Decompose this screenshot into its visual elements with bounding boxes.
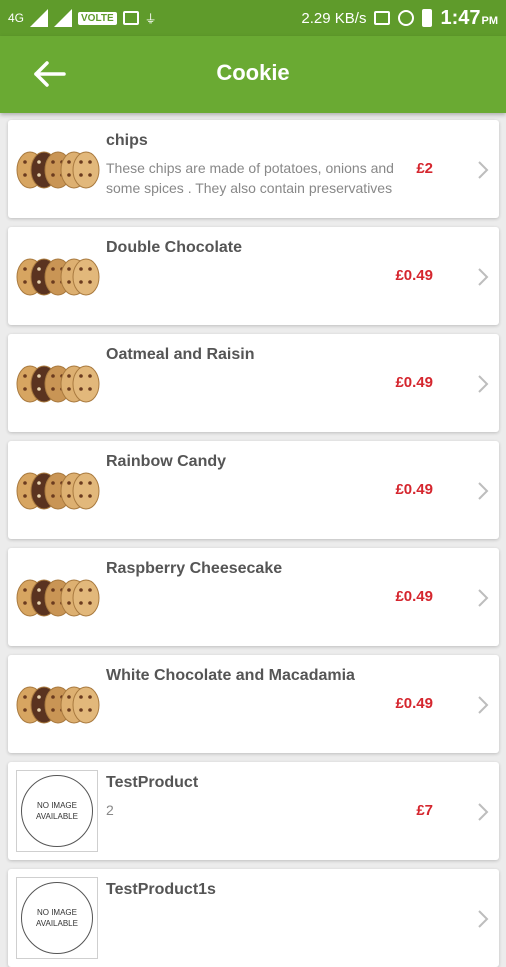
usb-icon: ⏚ (144, 11, 157, 26)
product-name: TestProduct (106, 774, 199, 791)
product-card[interactable]: NO IMAGE AVAILABLE TestProduct 2 £7 (8, 762, 499, 860)
product-card[interactable]: Double Chocolate £0.49 (8, 227, 499, 325)
product-card[interactable]: Raspberry Cheesecake £0.49 (8, 548, 499, 646)
app-bar: Cookie (0, 36, 506, 113)
product-description: 2 (106, 802, 114, 818)
product-name: chips (106, 132, 148, 149)
product-image-placeholder: NO IMAGE AVAILABLE (16, 770, 98, 852)
product-price: £0.49 (395, 588, 433, 605)
product-image (16, 671, 100, 739)
product-price: £0.49 (395, 374, 433, 391)
product-name: TestProduct1s (106, 881, 216, 898)
product-name: Oatmeal and Raisin (106, 346, 255, 363)
chevron-right-icon (478, 803, 489, 821)
product-name: Raspberry Cheesecake (106, 560, 283, 577)
product-card[interactable]: White Chocolate and Macadamia £0.49 (8, 655, 499, 753)
product-name: Rainbow Candy (106, 453, 227, 470)
alarm-icon (398, 10, 415, 26)
network-type-label: 4G (8, 11, 25, 25)
signal-icon (30, 9, 49, 27)
status-clock: 1:47 (440, 6, 481, 29)
product-card[interactable]: Rainbow Candy £0.49 (8, 441, 499, 539)
signal-icon-2 (54, 9, 73, 27)
status-time: 1:47PM (440, 7, 498, 30)
product-image (16, 457, 100, 525)
chevron-right-icon (478, 482, 489, 500)
status-ampm: PM (481, 14, 499, 27)
product-price: £0.49 (395, 481, 433, 498)
product-image-placeholder: NO IMAGE AVAILABLE (16, 877, 98, 959)
product-price: £2 (416, 160, 433, 177)
chevron-right-icon (478, 589, 489, 607)
status-bar: 4G VOLTE ⏚ 2.29 KB/s 1:47PM (0, 0, 506, 36)
chevron-right-icon (478, 375, 489, 393)
product-card[interactable]: Oatmeal and Raisin £0.49 (8, 334, 499, 432)
battery-icon (422, 9, 433, 27)
product-image (16, 136, 100, 204)
chevron-right-icon (478, 696, 489, 714)
product-price: £0.49 (395, 267, 433, 284)
product-card[interactable]: NO IMAGE AVAILABLE TestProduct1s (8, 869, 499, 967)
no-image-label: NO IMAGE AVAILABLE (21, 882, 93, 954)
chevron-right-icon (478, 268, 489, 286)
product-price: £7 (416, 802, 433, 819)
no-image-label: NO IMAGE AVAILABLE (21, 775, 93, 847)
product-description: These chips are made of potatoes, onions… (106, 160, 394, 196)
network-speed: 2.29 KB/s (301, 9, 367, 27)
chevron-right-icon (478, 161, 489, 179)
product-name: Double Chocolate (106, 239, 243, 256)
product-image (16, 564, 100, 632)
mail-icon (122, 11, 139, 25)
chevron-right-icon (478, 910, 489, 928)
product-image (16, 243, 100, 311)
vibrate-icon (374, 11, 391, 25)
product-image (16, 350, 100, 418)
page-title: Cookie (216, 60, 290, 85)
product-price: £0.49 (395, 695, 433, 712)
product-name: White Chocolate and Macadamia (106, 667, 355, 684)
product-card[interactable]: chips These chips are made of potatoes, o… (8, 120, 499, 218)
volte-badge: VOLTE (78, 11, 117, 25)
